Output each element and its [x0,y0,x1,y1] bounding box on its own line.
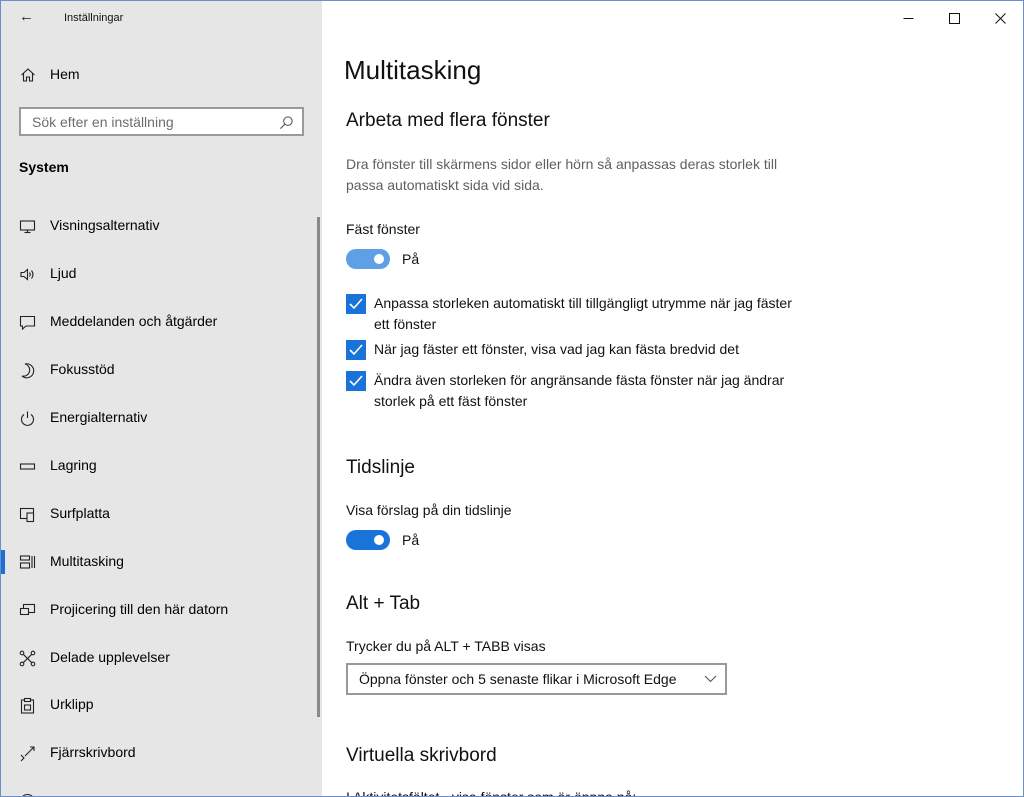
maximize-icon [948,12,960,24]
title-bar: ← Inställningar [1,1,322,35]
sidebar-item-projection[interactable]: Projicering till den här datorn [1,588,322,632]
sidebar-scrollbar[interactable] [317,217,320,717]
sidebar-item-label: Projicering till den här datorn [50,601,229,617]
checkmark-icon [349,344,363,356]
sidebar-item-label: Multitasking [50,553,124,569]
search-box[interactable] [19,107,304,136]
sidebar-item-clipboard[interactable]: Urklipp [1,683,322,727]
checkmark-icon [349,298,363,310]
minimize-icon [903,17,913,19]
selection-indicator [1,550,5,574]
sidebar-item-shared[interactable]: Delade upplevelser [1,636,322,680]
moon-icon [21,363,35,379]
power-icon [20,411,35,426]
sidebar-item-notifications[interactable]: Meddelanden och åtgärder [1,300,322,344]
sidebar-item-label: Ljud [50,265,77,281]
snap-heading: Arbeta med flera fönster [346,110,550,131]
shared-icon [19,650,36,667]
toggle-knob [374,535,384,545]
sidebar-item-label: Meddelanden och åtgärder [50,313,218,329]
monitor-icon [19,220,36,234]
home-icon [21,68,35,82]
sidebar-item-label: Fokusstöd [50,361,115,377]
timeline-toggle-state: På [402,532,420,548]
sidebar-item-partial[interactable] [1,779,322,796]
sidebar-item-label: Visningsalternativ [50,217,160,233]
main-content: Multitasking Arbeta med flera fönster Dr… [322,1,1023,797]
sidebar-item-power[interactable]: Energialternativ [1,396,322,440]
tablet-icon [19,507,35,523]
sidebar-item-tablet[interactable]: Surfplatta [1,492,322,536]
checkbox-label: Ändra även storleken för angränsande fäs… [374,372,785,409]
virtual-desktops-label: I Aktivitetsfältet - visa fönster som är… [346,789,637,797]
search-input[interactable] [30,113,274,131]
back-arrow-icon[interactable]: ← [19,8,34,25]
sidebar-item-remote-desktop[interactable]: Fjärrskrivbord [1,731,322,775]
snap-toggle-state: På [402,251,420,267]
timeline-toggle[interactable] [346,530,390,550]
minimize-button[interactable] [885,1,931,35]
home-label: Hem [50,66,80,82]
clipboard-icon [20,697,35,714]
maximize-button[interactable] [931,1,977,35]
sidebar-item-label: Surfplatta [50,505,110,521]
sidebar-item-focus[interactable]: Fokusstöd [1,348,322,392]
sidebar-item-display[interactable]: Visningsalternativ [1,204,322,248]
timeline-heading: Tidslinje [346,457,415,478]
checkmark-icon [349,375,363,387]
page-title: Multitasking [344,55,482,85]
checkbox-label: Anpassa storleken automatiskt till tillg… [374,295,792,332]
sidebar-item-label: Energialternativ [50,409,148,425]
multitasking-icon [19,555,36,569]
message-icon [19,315,36,331]
sidebar: ← Inställningar Hem System Visningsa [1,1,322,796]
projection-icon [19,603,36,616]
info-icon [22,793,33,796]
snap-toggle[interactable] [346,249,390,269]
speaker-icon [20,268,34,281]
alttab-selected-value: Öppna fönster och 5 senaste flikar i Mic… [359,671,677,687]
sidebar-item-multitasking[interactable]: Multitasking [1,540,322,584]
sidebar-item-storage[interactable]: Lagring [1,444,322,488]
home-nav-item[interactable]: Hem [1,59,322,91]
snap-toggle-title: Fäst fönster [346,221,420,237]
alttab-label: Trycker du på ALT + TABB visas [346,638,546,654]
settings-window: ← Inställningar Hem System Visningsa [0,0,1024,797]
chevron-down-icon [704,675,717,683]
sidebar-item-label: Lagring [50,457,97,473]
storage-icon [19,463,36,470]
checkbox-show-snap-assist[interactable] [346,340,366,360]
checkbox-resize-adjacent[interactable] [346,371,366,391]
close-icon [994,12,1006,24]
checkbox-auto-size[interactable] [346,294,366,314]
search-icon[interactable] [279,115,294,130]
section-label-system: System [19,159,69,175]
sidebar-item-label: Urklipp [50,696,94,712]
virtual-desktops-heading: Virtuella skrivbord [346,745,497,766]
app-title: Inställningar [64,12,124,24]
alttab-heading: Alt + Tab [346,593,421,614]
checkbox-label: När jag fäster ett fönster, visa vad jag… [374,341,739,357]
sidebar-item-sound[interactable]: Ljud [1,252,322,296]
snap-description: Dra fönster till skärmens sidor eller hö… [346,156,778,193]
toggle-knob [374,254,384,264]
remote-desktop-icon [20,746,35,762]
sidebar-item-label: Fjärrskrivbord [50,744,136,760]
sidebar-item-label: Delade upplevelser [50,649,170,665]
alttab-dropdown[interactable]: Öppna fönster och 5 senaste flikar i Mic… [346,663,727,695]
close-button[interactable] [977,1,1023,35]
timeline-toggle-title: Visa förslag på din tidslinje [346,502,512,518]
